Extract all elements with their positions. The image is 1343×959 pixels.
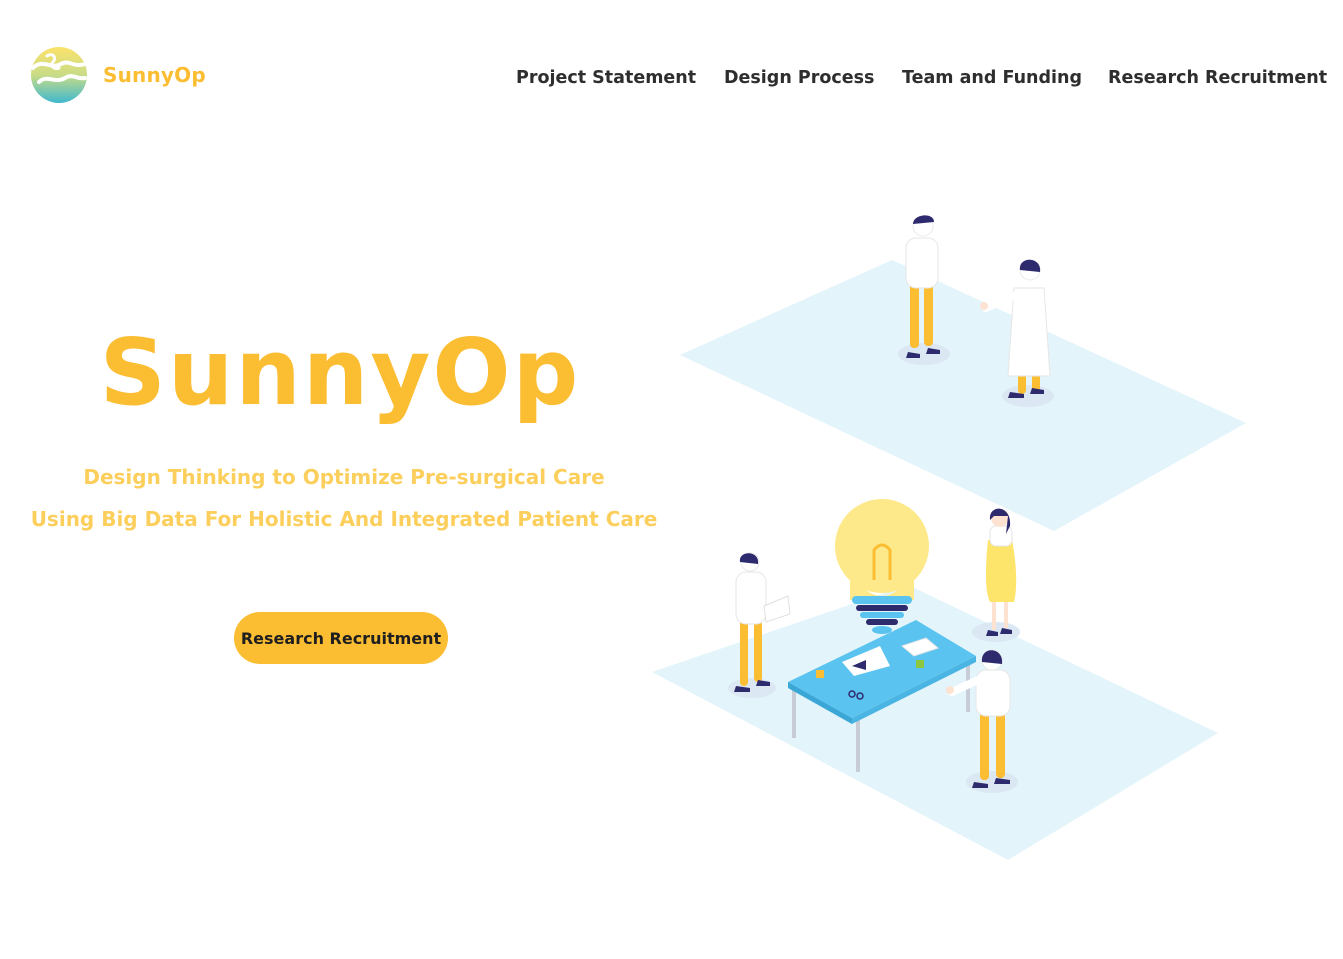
hero-title: SunnyOp — [99, 319, 581, 426]
brand-name[interactable]: SunnyOp — [103, 63, 206, 87]
hero-tagline-2: Using Big Data For Holistic And Integrat… — [30, 507, 658, 531]
lower-floor — [652, 585, 1218, 860]
upper-floor — [680, 260, 1246, 531]
team-collaboration-illustration — [652, 215, 1246, 860]
nav-design-process[interactable]: Design Process — [724, 68, 874, 88]
sunnyop-logo-icon[interactable] — [29, 44, 89, 106]
nav-project-statement[interactable]: Project Statement — [516, 68, 696, 88]
hero-tagline-1: Design Thinking to Optimize Pre-surgical… — [83, 465, 605, 489]
nav-research-recruitment[interactable]: Research Recruitment — [1108, 68, 1327, 88]
nav-team-and-funding[interactable]: Team and Funding — [902, 68, 1082, 88]
site-header: SunnyOp Project Statement Design Process… — [0, 0, 1343, 150]
research-recruitment-button[interactable]: Research Recruitment — [234, 612, 448, 664]
